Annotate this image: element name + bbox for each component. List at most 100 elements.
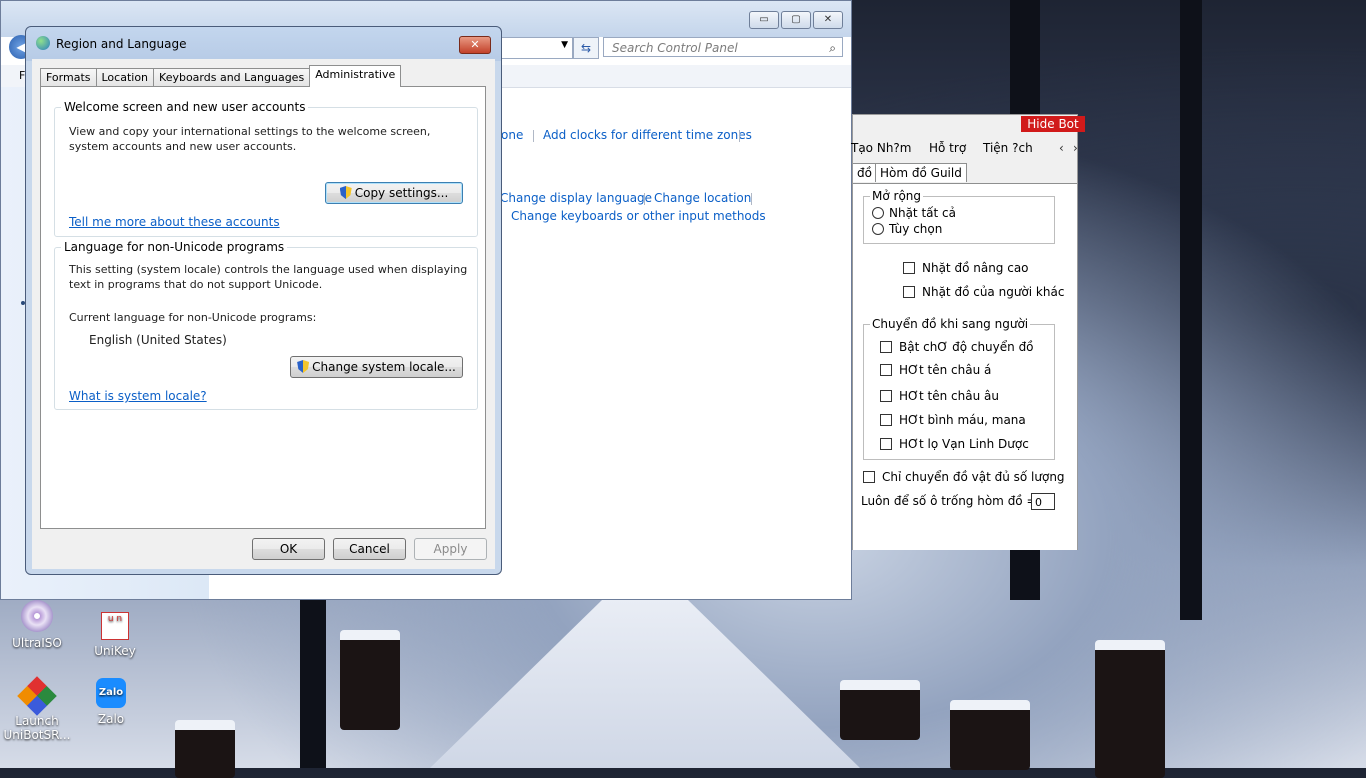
change-system-locale-button[interactable]: Change system locale... [290, 356, 463, 378]
group-title: Mở rộng [870, 189, 924, 203]
what-is-system-locale-link[interactable]: What is system locale? [69, 389, 207, 403]
checkbox [880, 390, 892, 402]
chevron-right-icon[interactable]: › [1073, 141, 1078, 155]
uac-shield-icon [339, 186, 352, 199]
wallpaper-snow-path [430, 600, 860, 768]
close-button[interactable]: ✕ [813, 11, 843, 29]
checkbox-label: Bật chƠ độ chuyển đồ [899, 340, 1034, 354]
tab-strip: Formats Location Keyboards and Languages… [40, 65, 402, 87]
tab-keyboards-languages[interactable]: Keyboards and Languages [153, 68, 311, 87]
group-title: Language for non-Unicode programs [61, 240, 288, 254]
link-change-display-language[interactable]: Change display language [500, 191, 652, 205]
desktop-icon-label: UniKey [94, 644, 136, 658]
ok-button[interactable]: OK [252, 538, 325, 560]
check-hp-mp-potions[interactable]: HƠt bình máu, mana [880, 413, 1026, 427]
current-language-label: Current language for non-Unicode program… [69, 311, 317, 324]
chevron-left-icon[interactable]: ‹ [1059, 141, 1064, 155]
check-transfer-mode[interactable]: Bật chƠ độ chuyển đồ [880, 340, 1034, 354]
expand-group: Mở rộng Nhặt tất cả Tùy chọn [863, 189, 1055, 244]
radio-pick-all[interactable]: Nhặt tất cả [872, 206, 956, 220]
wallpaper-tree [300, 590, 326, 768]
bot-tab-hom-do-guild[interactable]: Hòm đồ Guild [875, 163, 967, 182]
administrative-panel: Welcome screen and new user accounts Vie… [40, 86, 486, 529]
checkbox-label: HƠt tên châu âu [899, 389, 999, 403]
copy-settings-button[interactable]: Copy settings... [325, 182, 463, 204]
group-title: Welcome screen and new user accounts [61, 100, 309, 114]
change-locale-label: Change system locale... [312, 360, 456, 374]
link-change-keyboards[interactable]: Change keyboards or other input methods [511, 209, 766, 223]
copy-settings-label: Copy settings... [354, 186, 449, 200]
disc-icon [21, 600, 53, 632]
radio-label: Tùy chọn [889, 222, 943, 236]
check-pick-advanced[interactable]: Nhặt đồ nâng cao [903, 261, 1029, 275]
empty-slots-label: Luôn để số ô trống hòm đồ = [861, 494, 1037, 508]
non-unicode-group: Language for non-Unicode programs This s… [54, 240, 478, 410]
empty-slots-input[interactable]: 0 [1031, 493, 1055, 510]
divider [739, 130, 740, 142]
desktop-icon-unibot[interactable]: Launch UniBotSR... [2, 676, 72, 742]
check-van-linh-duoc[interactable]: HƠt lọ Vạn Linh Dược [880, 437, 1029, 451]
search-placeholder: Search Control Panel [612, 41, 738, 55]
checkbox [903, 286, 915, 298]
restore-button[interactable]: ▢ [781, 11, 811, 29]
checkbox-label: HƠt bình máu, mana [899, 413, 1026, 427]
divider [533, 130, 534, 142]
radio-custom[interactable]: Tùy chọn [872, 222, 942, 236]
globe-icon [36, 36, 50, 50]
wallpaper-bench [340, 630, 400, 730]
search-icon: ⌕ [829, 41, 836, 55]
link-add-clocks[interactable]: Add clocks for different time zones [543, 128, 752, 142]
link-change-location[interactable]: Change location [654, 191, 751, 205]
check-asia-names[interactable]: HƠt tên châu á [880, 363, 991, 377]
checkbox [863, 471, 875, 483]
radio-circle [872, 207, 884, 219]
minimize-button[interactable]: ▭ [749, 11, 779, 29]
zalo-icon: Zalo [96, 678, 126, 708]
group-title: Chuyển đồ khi sang người [870, 317, 1031, 331]
wallpaper-bench [950, 700, 1030, 770]
checkbox-label: HƠt lọ Vạn Linh Dược [899, 437, 1029, 451]
apply-button[interactable]: Apply [414, 538, 487, 560]
window-controls: ▭ ▢ ✕ [749, 11, 843, 29]
tab-formats[interactable]: Formats [40, 68, 97, 87]
desktop-icon-label: Launch UniBotSR... [3, 714, 71, 742]
checkbox-label: Nhặt đồ của người khác [922, 285, 1065, 299]
bot-menu-tao-nhom[interactable]: Tạo Nh?m [851, 141, 911, 155]
check-pick-others[interactable]: Nhặt đồ của người khác [903, 285, 1064, 299]
address-bar-dropdown[interactable]: ▼ [501, 37, 573, 59]
desktop-icon-label: Zalo [97, 712, 125, 726]
chevron-down-icon: ▼ [561, 40, 568, 50]
divider [751, 193, 752, 205]
dialog-body: Formats Location Keyboards and Languages… [32, 59, 495, 569]
desktop-icon-unikey[interactable]: u n UniKey [80, 612, 150, 658]
check-only-enough[interactable]: Chỉ chuyển đồ vật đủ số lượng [863, 470, 1065, 484]
wallpaper-bench [840, 680, 920, 740]
transfer-group: Chuyển đồ khi sang người Bật chƠ độ chuy… [863, 317, 1055, 460]
bot-tab-do[interactable]: đồ [853, 163, 877, 182]
bot-menu-ho-tro[interactable]: Hỗ trợ [929, 141, 966, 155]
divider [644, 193, 645, 205]
wallpaper-tree [1180, 0, 1202, 620]
welcome-description: View and copy your international setting… [69, 125, 431, 153]
bot-menu-tien-ich[interactable]: Tiện ?ch [983, 141, 1033, 155]
dialog-close-button[interactable]: ✕ [459, 36, 491, 54]
desktop-icon-zalo[interactable]: Zalo Zalo [76, 678, 146, 726]
link-time-zone[interactable]: one [501, 128, 523, 142]
checkbox [880, 364, 892, 376]
dialog-title: Region and Language [56, 37, 187, 51]
wallpaper-bench [175, 720, 235, 778]
uac-shield-icon [297, 360, 310, 373]
search-input[interactable]: Search Control Panel ⌕ [603, 37, 843, 57]
check-europe-names[interactable]: HƠt tên châu âu [880, 389, 999, 403]
hide-bot-button[interactable]: Hide Bot [1021, 116, 1085, 132]
cancel-button[interactable]: Cancel [333, 538, 406, 560]
tell-me-more-link[interactable]: Tell me more about these accounts [69, 215, 280, 229]
tab-administrative[interactable]: Administrative [309, 65, 402, 87]
desktop-icon-ultraiso[interactable]: UltraISO [2, 600, 72, 650]
radio-label: Nhặt tất cả [889, 206, 956, 220]
locale-description: This setting (system locale) controls th… [69, 263, 468, 291]
tab-location[interactable]: Location [95, 68, 155, 87]
refresh-icon[interactable]: ⇆ [573, 37, 599, 59]
wallpaper-bench [1095, 640, 1165, 778]
unibot-icon [17, 676, 57, 716]
